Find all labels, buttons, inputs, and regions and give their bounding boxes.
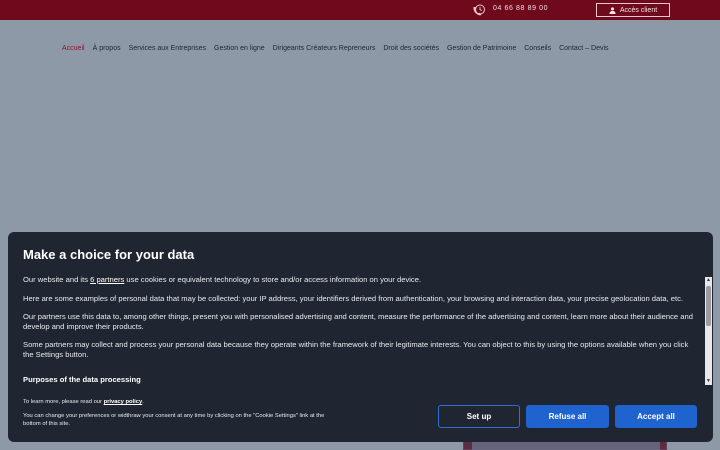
intro-text-start: Our website and its bbox=[23, 275, 91, 284]
legitimate-interest-paragraph: Some partners may collect and process yo… bbox=[23, 340, 689, 359]
client-access-label: Accès client bbox=[619, 6, 658, 14]
nav-item-droit-societes[interactable]: Droit des sociétés bbox=[383, 45, 439, 52]
nav-item-services-entreprises[interactable]: Services aux Entreprises bbox=[129, 45, 206, 52]
scroll-down-arrow-icon[interactable]: ▼ bbox=[705, 378, 712, 385]
scroll-up-arrow-icon[interactable]: ▲ bbox=[705, 277, 712, 284]
scroll-thumb[interactable] bbox=[706, 286, 711, 326]
examples-paragraph: Here are some examples of personal data … bbox=[23, 293, 684, 303]
privacy-text-end: . bbox=[142, 399, 144, 405]
privacy-text-start: To learn more, please read our bbox=[23, 399, 104, 405]
top-bar: 04 66 88 89 00 Accès client bbox=[0, 0, 720, 20]
main-nav: Accueil À propos Services aux Entreprise… bbox=[62, 45, 609, 52]
set-up-button[interactable]: Set up bbox=[438, 405, 520, 428]
accept-all-button[interactable]: Accept all bbox=[615, 405, 697, 428]
modal-footer-text: To learn more, please read our privacy p… bbox=[23, 398, 343, 434]
refuse-all-button[interactable]: Refuse all bbox=[526, 405, 609, 428]
modal-scrollbar[interactable]: ▲ ▼ bbox=[705, 277, 712, 385]
nav-item-dirigeants[interactable]: Dirigeants Créateurs Repreneurs bbox=[273, 45, 376, 52]
user-icon bbox=[609, 6, 616, 14]
nav-item-accueil[interactable]: Accueil bbox=[62, 45, 85, 52]
nav-item-gestion-en-ligne[interactable]: Gestion en ligne bbox=[214, 45, 265, 52]
modal-body: Our website and its 6 partners use cooki… bbox=[23, 275, 693, 393]
nav-item-contact-devis[interactable]: Contact – Devis bbox=[559, 45, 608, 52]
modal-title: Make a choice for your data bbox=[23, 247, 195, 262]
change-preferences-paragraph: You can change your preferences or width… bbox=[23, 413, 325, 427]
privacy-paragraph: To learn more, please read our privacy p… bbox=[23, 398, 343, 406]
client-access-button[interactable]: Accès client bbox=[596, 3, 670, 17]
purposes-heading: Purposes of the data processing bbox=[23, 374, 141, 384]
nav-item-gestion-patrimoine[interactable]: Gestion de Patrimoine bbox=[447, 45, 516, 52]
usage-paragraph: Our partners use this data to, among oth… bbox=[23, 312, 693, 331]
intro-text-end: use cookies or equivalent technology to … bbox=[124, 275, 422, 284]
intro-paragraph: Our website and its 6 partners use cooki… bbox=[23, 275, 693, 285]
privacy-policy-link[interactable]: privacy policy bbox=[104, 399, 143, 405]
phone-clock-icon[interactable] bbox=[472, 3, 486, 17]
nav-item-a-propos[interactable]: À propos bbox=[93, 45, 121, 52]
partners-link[interactable]: 6 partners bbox=[90, 275, 124, 284]
phone-number[interactable]: 04 66 88 89 00 bbox=[493, 5, 548, 12]
cookie-consent-modal: Make a choice for your data Our website … bbox=[8, 232, 713, 442]
nav-item-conseils[interactable]: Conseils bbox=[524, 45, 551, 52]
